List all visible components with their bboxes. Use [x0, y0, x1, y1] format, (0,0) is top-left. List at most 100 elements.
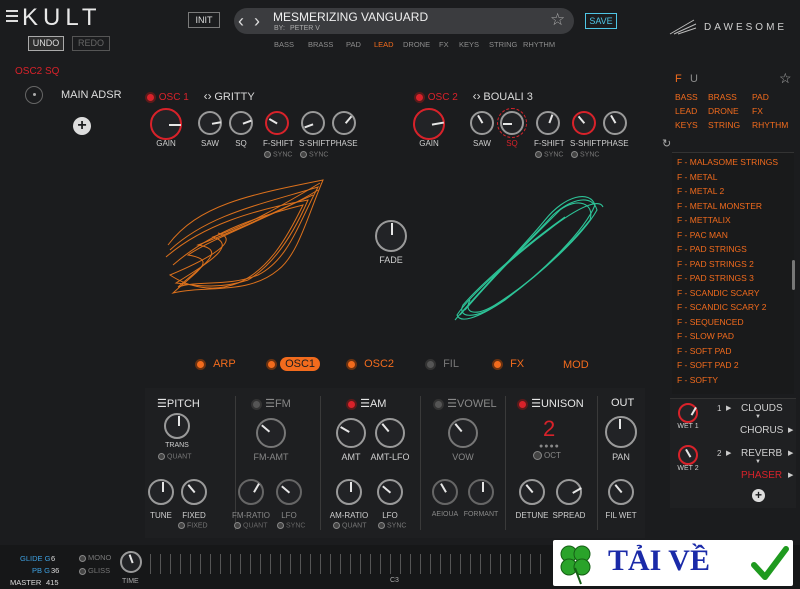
fx-slot2-effect1[interactable]: REVERB — [741, 448, 782, 459]
unison-oct-option[interactable]: OCT — [533, 451, 561, 461]
add-fx-icon[interactable]: + — [752, 489, 765, 502]
fx-slot1-effect1[interactable]: CLOUDS — [741, 403, 783, 414]
preset-item[interactable]: F - SOFT PAD 2 — [677, 358, 794, 373]
category-rhythm[interactable]: RHYTHM — [523, 40, 555, 49]
osc1-phase-knob[interactable] — [332, 111, 356, 135]
mono-option[interactable]: MONO — [79, 553, 111, 562]
unison-power-icon[interactable] — [517, 398, 528, 410]
pitch-tune-knob[interactable] — [148, 479, 174, 505]
tab-osc2[interactable]: OSC2 — [346, 358, 394, 370]
unison-spread-knob[interactable] — [556, 479, 582, 505]
preset-item[interactable]: F - METTALIX — [677, 213, 794, 228]
am-amtlfo-knob[interactable] — [375, 418, 405, 448]
fm-lfo-knob[interactable] — [276, 479, 302, 505]
category-drone[interactable]: DRONE — [403, 40, 439, 49]
am-ratio-knob[interactable] — [336, 479, 362, 505]
fx-wet2-knob[interactable] — [678, 445, 698, 465]
category-bass[interactable]: BASS — [274, 40, 308, 49]
osc1-sshift-knob[interactable] — [301, 111, 325, 135]
vowel-menu-icon[interactable]: ☰ — [447, 398, 457, 410]
fm-amt-knob[interactable] — [256, 418, 286, 448]
gliss-option[interactable]: GLISS — [79, 566, 110, 575]
osc2-sshift-knob[interactable] — [572, 111, 596, 135]
browser-cat-drone[interactable]: DRONE — [708, 106, 739, 116]
category-lead[interactable]: LEAD — [374, 40, 403, 49]
osc2-fshift-sync[interactable]: SYNC — [535, 151, 563, 158]
tab-osc1[interactable]: OSC1 — [266, 357, 321, 371]
tab-fx[interactable]: FX — [492, 358, 524, 370]
menu-icon[interactable] — [6, 10, 18, 22]
browser-cat-string[interactable]: STRING — [708, 120, 740, 130]
glide-value[interactable]: 6 — [51, 554, 55, 563]
fm-sync-option[interactable]: SYNC — [277, 522, 305, 529]
am-power-icon[interactable] — [346, 398, 357, 410]
fx-slot1-arrow-icon[interactable]: ▶ — [726, 404, 731, 412]
tab-arp[interactable]: ARP — [195, 358, 236, 370]
am-quant-option[interactable]: QUANT — [333, 522, 367, 529]
osc1-sq-knob[interactable] — [229, 111, 253, 135]
master-value[interactable]: 415 — [46, 578, 59, 587]
fm-quant-option[interactable]: QUANT — [234, 522, 268, 529]
init-button[interactable]: INIT — [188, 12, 220, 28]
out-filwet-knob[interactable] — [608, 479, 634, 505]
preset-item[interactable]: F - METAL MONSTER — [677, 199, 794, 214]
vowel-formant-knob[interactable] — [468, 479, 494, 505]
prev-preset-icon[interactable]: ‹ — [238, 11, 244, 32]
fx-slot2-expand2-icon[interactable]: ▶ — [788, 471, 793, 479]
osc2-wave-name[interactable]: BOUALI 3 — [483, 91, 533, 103]
osc2-phase-knob[interactable] — [603, 111, 627, 135]
fm-menu-icon[interactable]: ☰ — [265, 398, 275, 410]
vowel-power-icon[interactable] — [433, 398, 444, 410]
fade-knob[interactable] — [375, 220, 407, 252]
fm-power-icon[interactable] — [251, 398, 262, 410]
osc1-fshift-knob[interactable] — [265, 111, 289, 135]
adsr-toggle-icon[interactable] — [25, 86, 43, 104]
preset-item[interactable]: F - SCANDIC SCARY 2 — [677, 300, 794, 315]
fx-wet1-knob[interactable] — [678, 403, 698, 423]
fx-slot1-effect2[interactable]: CHORUS — [740, 425, 783, 436]
browser-cat-rhythm[interactable]: RHYTHM — [752, 120, 788, 130]
preset-item[interactable]: F - SEQUENCED — [677, 315, 794, 330]
next-preset-icon[interactable]: › — [254, 11, 260, 32]
osc2-power-icon[interactable] — [414, 91, 425, 103]
fx-slot1-expand-icon[interactable]: ▶ — [788, 426, 793, 434]
category-fx[interactable]: FX — [439, 40, 459, 49]
osc1-wave-prev-icon[interactable]: ‹› — [204, 89, 212, 103]
browser-cat-keys[interactable]: KEYS — [675, 120, 698, 130]
category-string[interactable]: STRING — [489, 40, 523, 49]
glide-time-knob[interactable] — [120, 551, 142, 573]
pitch-menu-icon[interactable]: ☰ — [157, 398, 167, 410]
osc1-gain-knob[interactable] — [150, 108, 182, 140]
osc1-power-icon[interactable] — [145, 91, 156, 103]
browser-filter-f[interactable]: F — [675, 73, 682, 85]
osc2-gain-knob[interactable] — [413, 108, 445, 140]
preset-list-scrollbar[interactable] — [792, 260, 795, 290]
tab-mod[interactable]: MOD — [563, 359, 589, 371]
preset-item[interactable]: F - PAD STRINGS 3 — [677, 271, 794, 286]
pitch-fixed-option[interactable]: FIXED — [178, 522, 208, 529]
am-menu-icon[interactable]: ☰ — [360, 398, 370, 410]
category-brass[interactable]: BRASS — [308, 40, 346, 49]
browser-cat-bass[interactable]: BASS — [675, 92, 698, 102]
fx-slot2-down-icon[interactable]: ▼ — [755, 459, 761, 465]
preset-item[interactable]: F - PAD STRINGS 2 — [677, 257, 794, 272]
osc2-wave-prev-icon[interactable]: ‹› — [473, 89, 481, 103]
fx-slot2-expand-icon[interactable]: ▶ — [788, 449, 793, 457]
fx-slot1-down-icon[interactable]: ▼ — [755, 414, 761, 420]
fx-slot2-arrow-icon[interactable]: ▶ — [726, 449, 731, 457]
category-keys[interactable]: KEYS — [459, 40, 489, 49]
am-lfo-knob[interactable] — [377, 479, 403, 505]
preset-item[interactable]: F - PAC MAN — [677, 228, 794, 243]
preset-item[interactable]: F - SOFTY — [677, 373, 794, 388]
osc2-sshift-sync[interactable]: SYNC — [571, 151, 599, 158]
preset-name[interactable]: MESMERIZING VANGUARD — [273, 10, 428, 24]
pitch-trans-knob[interactable] — [164, 413, 190, 439]
preset-item[interactable]: F - SOFT PAD — [677, 344, 794, 359]
preset-item[interactable]: F - SLOW PAD — [677, 329, 794, 344]
pb-value[interactable]: 36 — [51, 566, 59, 575]
vowel-vow-knob[interactable] — [448, 418, 478, 448]
unison-menu-icon[interactable]: ☰ — [531, 398, 541, 410]
am-sync-option[interactable]: SYNC — [378, 522, 406, 529]
unison-detune-knob[interactable] — [519, 479, 545, 505]
vowel-aeioua-knob[interactable] — [432, 479, 458, 505]
